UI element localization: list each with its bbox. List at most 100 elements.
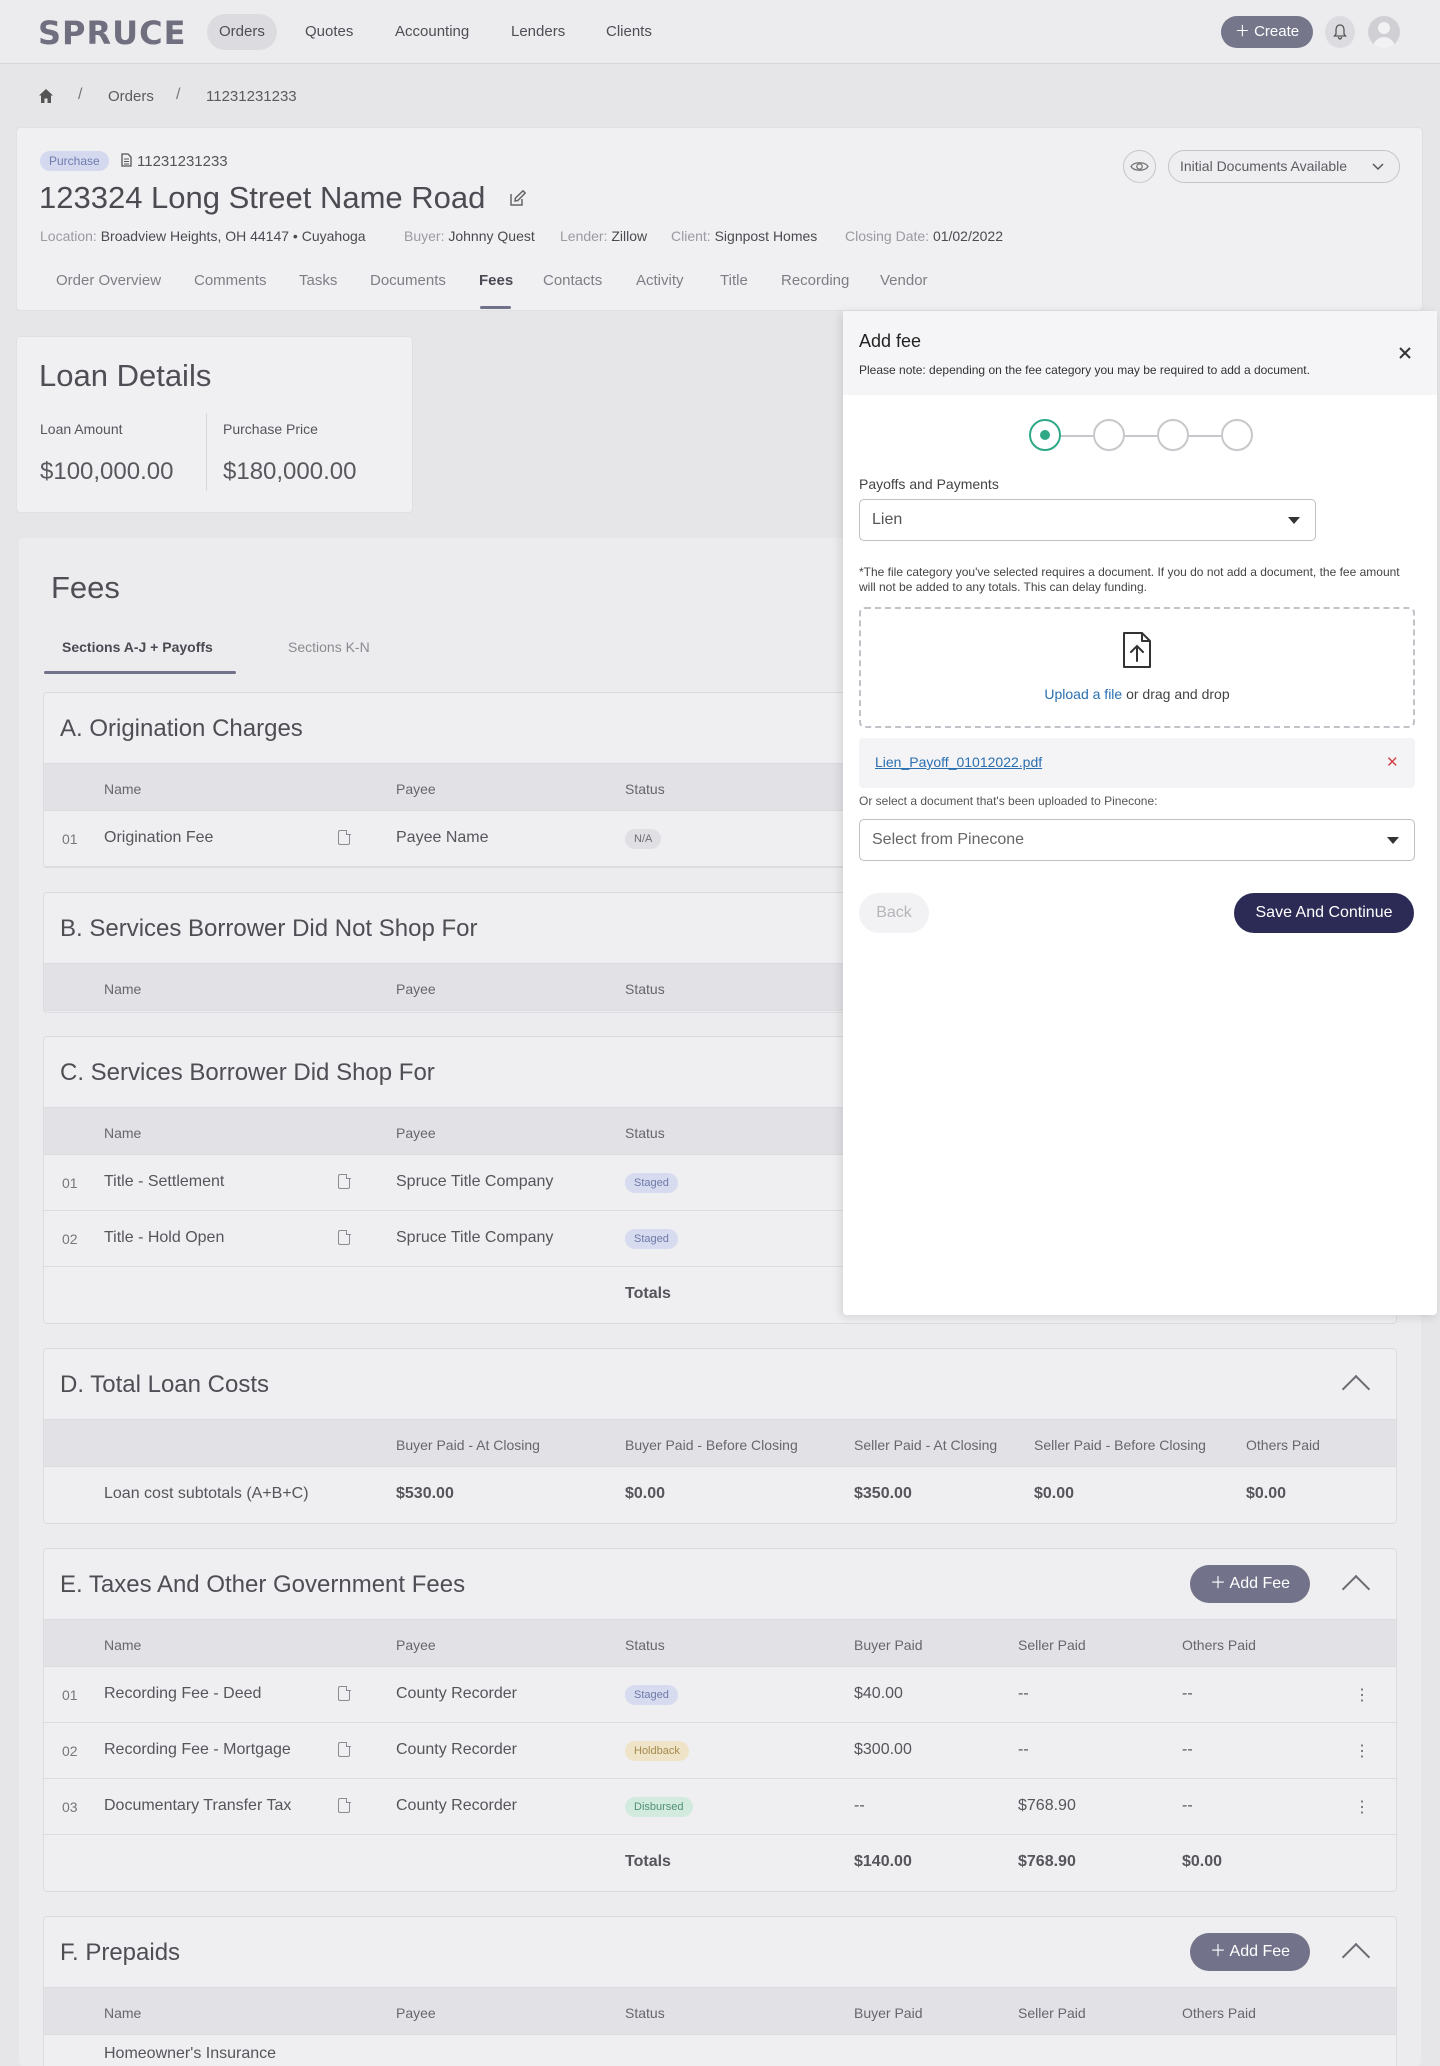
spruce-logo[interactable]: SPRUCE [38,14,186,52]
nav-orders[interactable]: Orders [207,14,277,50]
nav-clients[interactable]: Clients [594,14,664,50]
stepper-connector [1189,435,1221,437]
tab-fees[interactable]: Fees [479,272,513,289]
totals-label: Totals [625,1285,671,1302]
plus-icon: ＋ [1234,23,1250,40]
subtab-sections-a-j[interactable]: Sections A-J + Payoffs [62,639,213,655]
table-row[interactable]: 02 Recording Fee - Mortgage County Recor… [44,1723,1396,1779]
back-button[interactable]: Back [859,893,929,933]
collapse-icon[interactable] [1341,1374,1371,1404]
tab-title[interactable]: Title [720,272,748,289]
totals-label: Totals [625,1853,671,1870]
breadcrumb-separator: / [78,86,83,103]
nav-lenders[interactable]: Lenders [499,14,577,50]
tab-vendor[interactable]: Vendor [880,272,928,289]
tab-order-overview[interactable]: Order Overview [56,272,161,289]
create-label: Create [1254,23,1300,40]
meta-location: Location: Broadview Heights, OH 44147 • … [40,228,366,244]
meta-buyer: Buyer: Johnny Quest [404,228,535,244]
category-value: Lien [872,511,903,528]
caret-down-icon [1387,837,1399,844]
add-fee-button[interactable]: ＋ Add Fee [1190,1933,1310,1971]
divider [206,413,207,491]
page-title: 123324 Long Street Name Road [39,180,486,215]
drawer-header: Add fee Please note: depending on the fe… [843,311,1437,395]
fee-payee: County Recorder [396,1741,517,1758]
active-subtab-indicator [44,671,236,674]
upload-file-link[interactable]: Upload a file [1044,686,1122,702]
category-select[interactable]: Lien [859,499,1316,541]
fee-name: Recording Fee - Deed [104,1685,262,1702]
more-options-icon[interactable]: ⋮ [1354,1685,1370,1705]
user-avatar[interactable] [1368,16,1400,48]
breadcrumb-orders[interactable]: Orders [108,88,154,105]
table-row[interactable]: Homeowner's Insurance [44,2035,1396,2066]
tab-recording[interactable]: Recording [781,272,849,289]
breadcrumb-order-number: 11231231233 [206,88,297,105]
fee-name: Homeowner's Insurance [104,2045,277,2062]
fee-payee: Spruce Title Company [396,1173,554,1190]
section-f: F. Prepaids ＋ Add Fee Name Payee Status … [43,1916,1397,2066]
step-3 [1157,419,1189,451]
document-icon[interactable] [338,1741,351,1757]
table-header: Name Payee Status Buyer Paid Seller Paid… [44,1619,1396,1667]
attached-file-link[interactable]: Lien_Payoff_01012022.pdf [875,754,1042,770]
section-f-title: F. Prepaids [60,1939,181,1966]
fee-payee: County Recorder [396,1797,517,1814]
tab-activity[interactable]: Activity [636,272,684,289]
fee-name: Title - Hold Open [104,1229,225,1246]
more-options-icon[interactable]: ⋮ [1354,1797,1370,1817]
pinecone-select-placeholder: Select from Pinecone [872,831,1025,848]
chevron-down-icon [1372,163,1384,171]
order-status-dropdown[interactable]: Initial Documents Available [1168,150,1400,183]
stepper-connector [1061,435,1093,437]
remove-file-icon[interactable]: ✕ [1386,753,1399,771]
loan-amount-value: $100,000.00 [40,458,174,485]
tab-comments[interactable]: Comments [194,272,267,289]
section-e-title: E. Taxes And Other Government Fees [60,1571,466,1598]
file-dropzone[interactable]: Upload a file or drag and drop [859,607,1415,728]
tab-documents[interactable]: Documents [370,272,446,289]
subtotal-label: Loan cost subtotals (A+B+C) [104,1485,309,1502]
save-and-continue-button[interactable]: Save And Continue [1234,893,1414,933]
stepper-connector [1125,435,1157,437]
collapse-icon[interactable] [1341,1942,1371,1972]
document-icon[interactable] [338,1685,351,1701]
attached-file: Lien_Payoff_01012022.pdf ✕ [859,738,1415,788]
collapse-icon[interactable] [1341,1574,1371,1604]
home-icon[interactable] [38,88,54,104]
create-button[interactable]: ＋ Create [1221,16,1313,48]
watch-button[interactable] [1123,150,1156,183]
document-icon[interactable] [338,1173,351,1189]
section-d-title: D. Total Loan Costs [60,1371,270,1398]
edit-icon[interactable] [509,190,526,207]
subtotal-row: Loan cost subtotals (A+B+C) $530.00 $0.0… [104,1485,1287,1502]
tab-contacts[interactable]: Contacts [543,272,602,289]
fee-name: Recording Fee - Mortgage [104,1741,291,1758]
purchase-price-label: Purchase Price [223,421,318,437]
subtab-sections-k-n[interactable]: Sections K-N [288,639,370,655]
tab-tasks[interactable]: Tasks [299,272,337,289]
document-icon[interactable] [338,1797,351,1813]
add-fee-drawer: Add fee Please note: depending on the fe… [843,311,1437,1315]
loan-details-title: Loan Details [39,358,212,393]
fee-payee: County Recorder [396,1685,517,1702]
pinecone-select[interactable]: Select from Pinecone [859,819,1415,861]
order-number: 11231231233 [137,153,228,170]
nav-accounting[interactable]: Accounting [383,14,481,50]
fee-name: Origination Fee [104,829,214,846]
document-icon[interactable] [338,829,351,845]
section-e: E. Taxes And Other Government Fees ＋ Add… [43,1548,1397,1892]
loan-amount-label: Loan Amount [40,421,123,437]
add-fee-button[interactable]: ＋ Add Fee [1190,1565,1310,1603]
table-row[interactable]: 01 Recording Fee - Deed County Recorder … [44,1667,1396,1723]
document-icon[interactable] [338,1229,351,1245]
status-badge: Disbursed [625,1797,693,1817]
section-d: D. Total Loan Costs Buyer Paid - At Clos… [43,1348,1397,1524]
close-icon[interactable] [1398,346,1412,360]
bell-icon[interactable] [1325,16,1355,48]
more-options-icon[interactable]: ⋮ [1354,1741,1370,1761]
table-row[interactable]: 03 Documentary Transfer Tax County Recor… [44,1779,1396,1835]
drawer-title: Add fee [859,331,922,351]
nav-quotes[interactable]: Quotes [293,14,365,50]
